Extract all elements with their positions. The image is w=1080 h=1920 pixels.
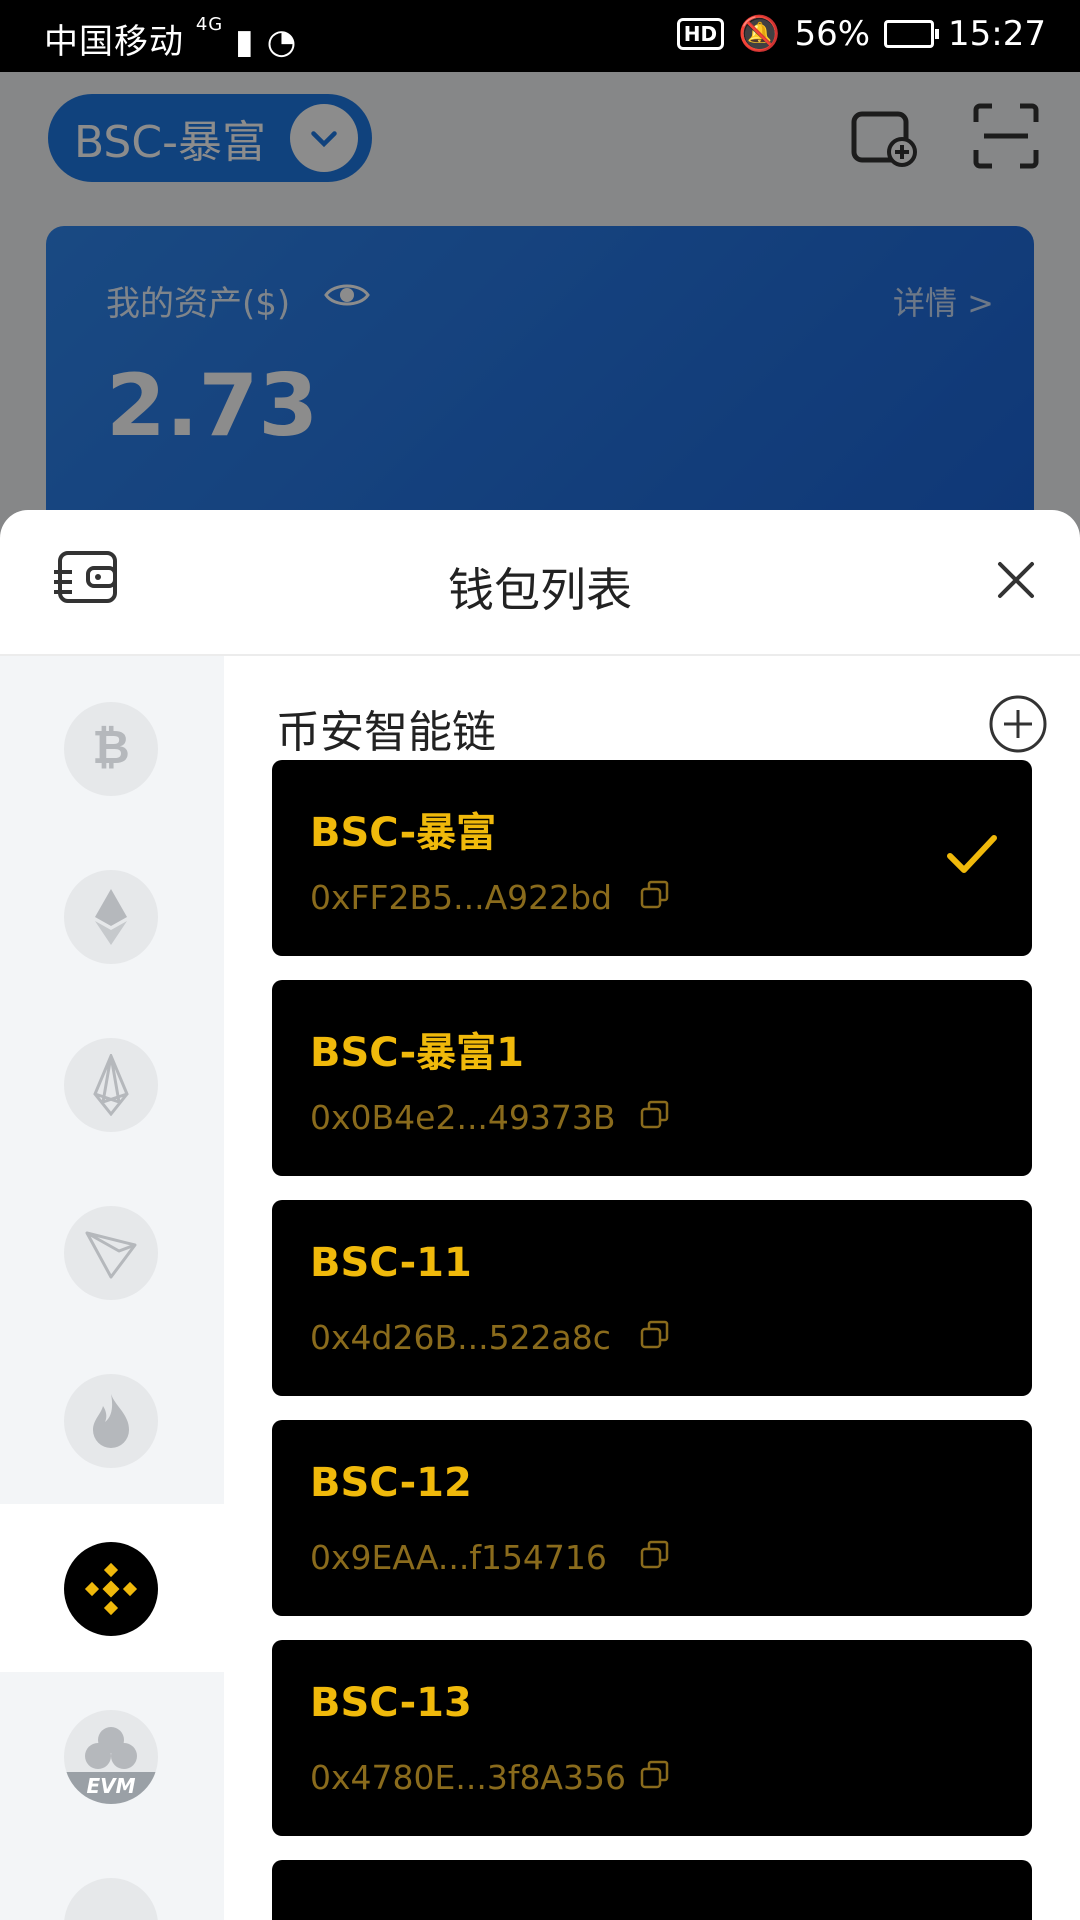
tron-icon[interactable]	[64, 1206, 158, 1300]
status-bar: 中国移动 4G ▮ ◔ HD 🔕 56% 15:27	[0, 0, 1080, 72]
signal-icon: ▮	[235, 22, 255, 62]
sheet-title: 钱包列表	[448, 563, 632, 617]
wallet-address: 0x4780E...3f8A356	[310, 1758, 626, 1797]
wallet-item-partial[interactable]	[272, 1860, 1032, 1920]
wallet-name: BSC-11	[310, 1240, 472, 1286]
wallet-item[interactable]: BSC-13 0x4780E...3f8A356	[272, 1640, 1032, 1836]
battery-icon	[884, 20, 940, 48]
battery-percent: 56%	[794, 14, 871, 54]
copy-icon[interactable]	[640, 1320, 670, 1354]
wallet-name: BSC-暴富	[310, 810, 497, 856]
carrier-label: 中国移动 4G ▮ ◔	[44, 14, 298, 62]
eos-icon[interactable]	[64, 1038, 158, 1132]
copy-icon[interactable]	[640, 1540, 670, 1574]
wallet-item[interactable]: BSC-暴富1 0x0B4e2...49373B	[272, 980, 1032, 1176]
status-right: HD 🔕 56% 15:27	[676, 14, 1046, 54]
binance-icon[interactable]	[64, 1542, 158, 1636]
wifi-icon: ◔	[266, 22, 298, 62]
wallet-item[interactable]: BSC-暴富 0xFF2B5...A922bd	[272, 760, 1032, 956]
copy-icon[interactable]	[640, 1760, 670, 1794]
clock: 15:27	[948, 14, 1046, 54]
more-chain-icon[interactable]	[64, 1878, 158, 1920]
wallet-item[interactable]: BSC-12 0x9EAA...f154716	[272, 1420, 1032, 1616]
wallet-name: BSC-12	[310, 1460, 472, 1506]
wallet-list-sheet: 钱包列表 ₿ EVM 币安智能链 BSC-暴富 0xFF2B5...A922bd…	[0, 510, 1080, 1920]
copy-icon[interactable]	[640, 1100, 670, 1134]
fire-icon[interactable]	[64, 1374, 158, 1468]
wallet-name: BSC-暴富1	[310, 1030, 525, 1076]
ethereum-icon[interactable]	[64, 870, 158, 964]
evm-label: EVM	[86, 1774, 136, 1798]
wallet-address: 0xFF2B5...A922bd	[310, 878, 613, 917]
check-icon	[946, 832, 998, 880]
chain-rail: ₿ EVM	[0, 656, 224, 1920]
add-icon[interactable]	[988, 694, 1048, 758]
wallet-item[interactable]: BSC-11 0x4d26B...522a8c	[272, 1200, 1032, 1396]
wallet-address: 0x9EAA...f154716	[310, 1538, 607, 1577]
evm-icon[interactable]: EVM	[64, 1710, 158, 1804]
wallet-address: 0x0B4e2...49373B	[310, 1098, 616, 1137]
network-type: 4G	[195, 14, 224, 35]
wallet-address: 0x4d26B...522a8c	[310, 1318, 611, 1357]
wallet-name: BSC-13	[310, 1680, 472, 1726]
close-icon[interactable]	[992, 556, 1040, 608]
sheet-header: 钱包列表	[0, 510, 1080, 656]
mute-icon: 🔕	[738, 14, 781, 54]
copy-icon[interactable]	[640, 880, 670, 914]
hd-badge: HD	[676, 18, 725, 50]
section-title: 币安智能链	[276, 707, 496, 758]
svg-text:₿: ₿	[92, 721, 130, 774]
bitcoin-icon[interactable]: ₿	[64, 702, 158, 796]
